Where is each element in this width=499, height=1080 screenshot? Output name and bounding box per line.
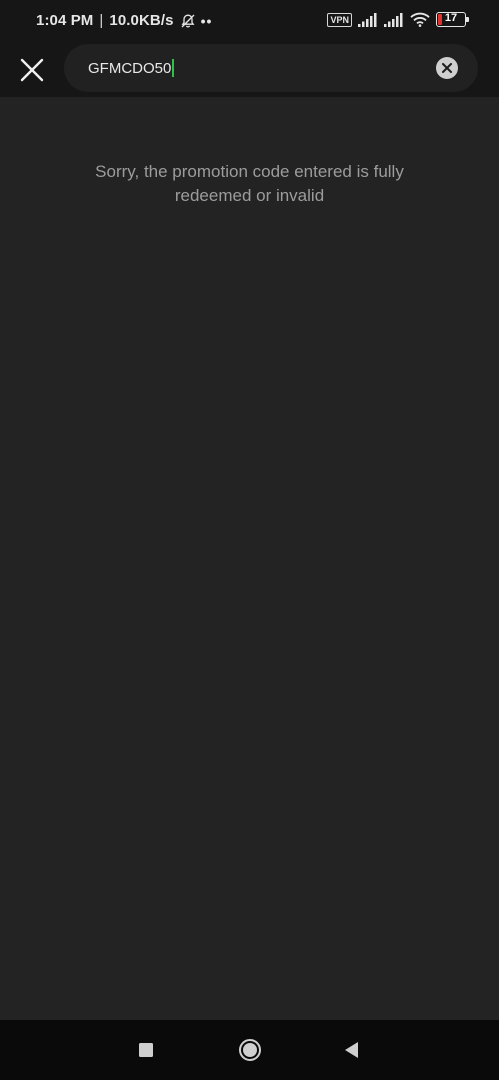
clear-icon [442,63,452,73]
home-icon[interactable] [238,1038,262,1062]
recent-apps-icon[interactable] [134,1038,158,1062]
status-time: 1:04 PM [36,12,94,29]
status-left: 1:04 PM | 10.0KB/s •• [36,12,212,29]
promo-code-input[interactable]: GFMCDO50 [88,56,175,80]
status-bar: 1:04 PM | 10.0KB/s •• VPN 17 [0,0,499,44]
error-message: Sorry, the promotion code entered is ful… [95,162,404,205]
close-button[interactable] [14,52,50,88]
status-separator: | [99,12,104,29]
signal-icon [358,12,377,27]
bell-off-icon [181,14,195,27]
navigation-bar [0,1020,499,1080]
battery-level: 17 [444,12,458,24]
status-right: VPN 17 [327,12,469,27]
battery-tip [466,17,469,22]
search-header: GFMCDO50 [0,44,499,97]
vpn-badge: VPN [327,12,352,27]
screen: 1:04 PM | 10.0KB/s •• VPN 17 GFMCDO50 So… [0,0,499,1080]
promo-code-value: GFMCDO50 [88,59,172,77]
signal-icon [384,12,403,27]
more-notifications-indicator: •• [200,12,213,29]
promo-code-search-box[interactable]: GFMCDO50 [64,44,478,92]
clear-button[interactable] [436,57,458,79]
battery-icon: 17 [436,12,469,27]
network-speed: 10.0KB/s [109,12,174,29]
back-icon[interactable] [340,1038,364,1062]
close-icon [20,58,44,82]
text-caret [172,59,175,77]
wifi-icon [410,12,430,27]
